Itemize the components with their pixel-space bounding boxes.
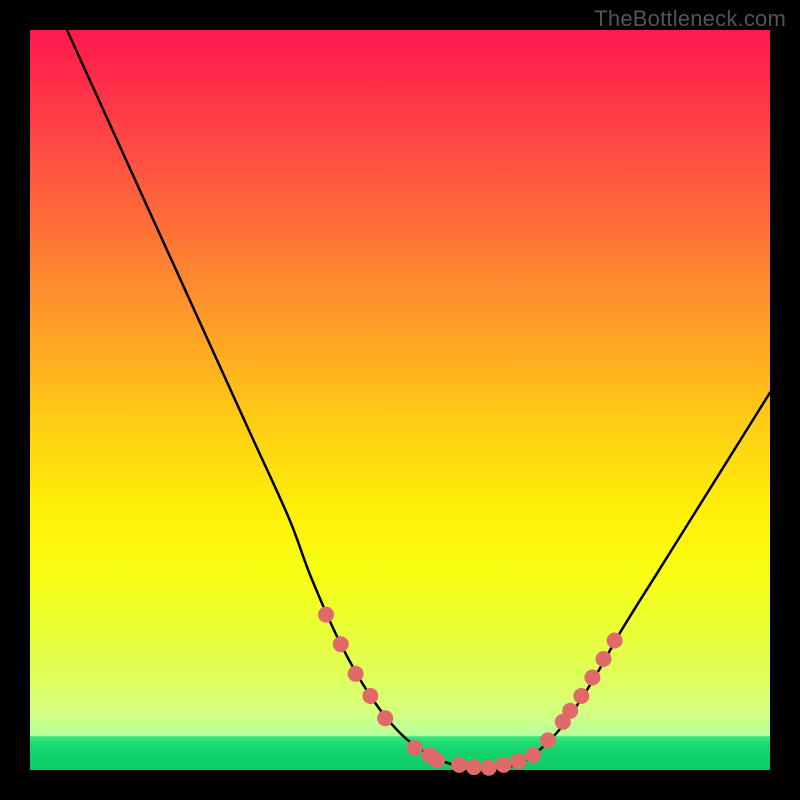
highlight-dot <box>429 752 445 768</box>
highlight-dots <box>318 607 623 776</box>
highlight-dot <box>451 757 467 773</box>
highlight-dot <box>407 740 423 756</box>
highlight-dot <box>318 607 334 623</box>
bottleneck-curve <box>67 30 770 770</box>
highlight-dot <box>377 710 393 726</box>
highlight-dot <box>348 666 364 682</box>
highlight-dot <box>607 633 623 649</box>
watermark-text: TheBottleneck.com <box>594 6 786 32</box>
plot-area <box>30 30 770 770</box>
highlight-dot <box>584 670 600 686</box>
highlight-dot <box>562 703 578 719</box>
highlight-dot <box>333 636 349 652</box>
highlight-dot <box>525 747 541 763</box>
highlight-dot <box>573 688 589 704</box>
highlight-dot <box>362 688 378 704</box>
highlight-dot <box>540 732 556 748</box>
highlight-dot <box>466 759 482 775</box>
highlight-dot <box>496 757 512 773</box>
chart-svg <box>30 30 770 770</box>
chart-frame: TheBottleneck.com <box>0 0 800 800</box>
highlight-dot <box>481 760 497 776</box>
highlight-dot <box>510 753 526 769</box>
highlight-dot <box>596 651 612 667</box>
